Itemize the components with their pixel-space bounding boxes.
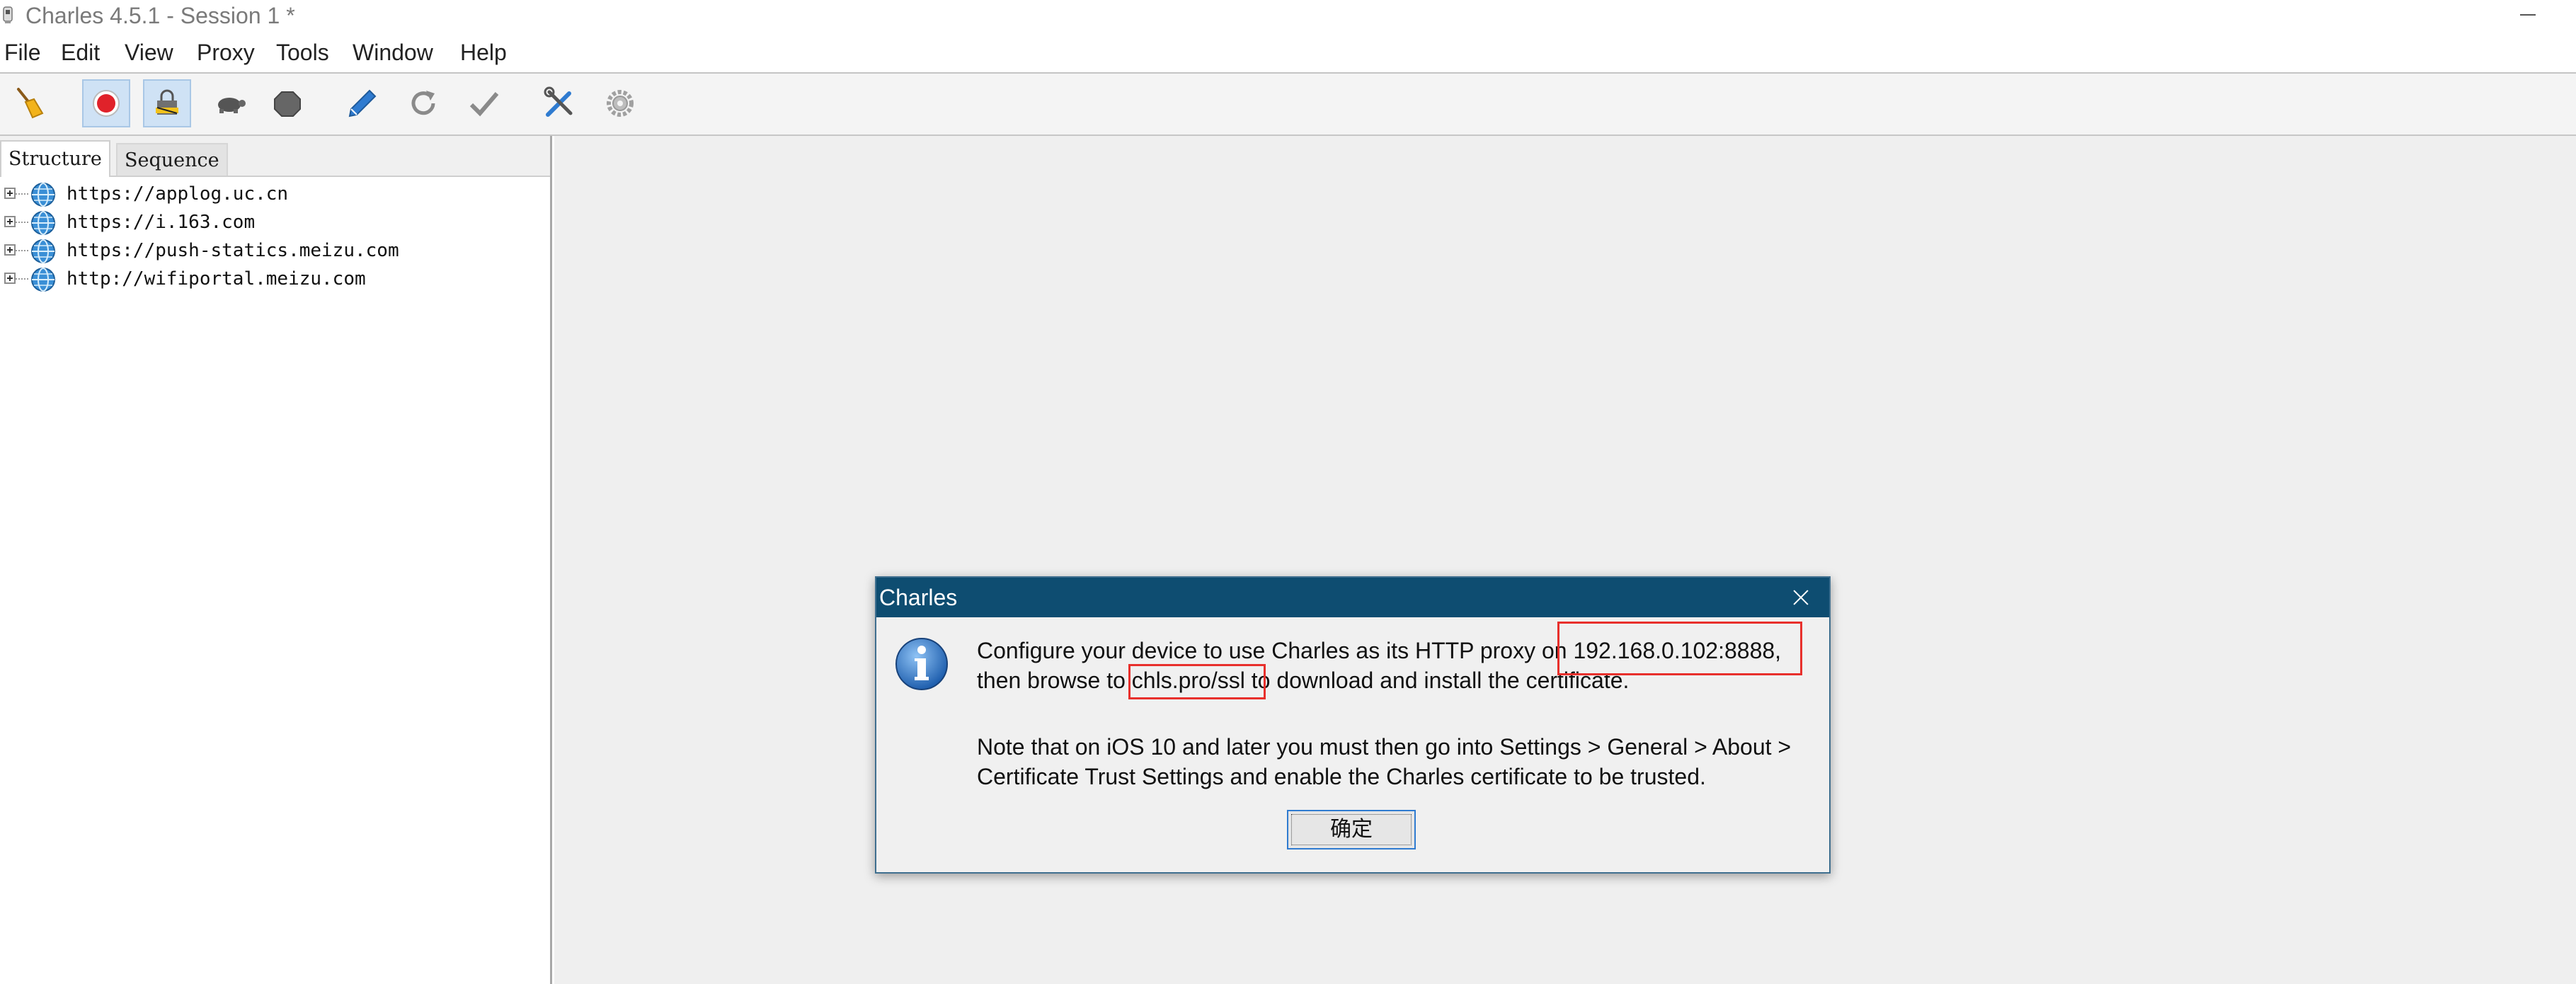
charles-app-icon (3, 6, 13, 23)
expand-plus-icon[interactable] (4, 244, 16, 256)
menu-help[interactable]: Help (460, 33, 507, 72)
settings-button[interactable] (596, 79, 644, 127)
highlight-box-address (1557, 622, 1802, 675)
info-icon (895, 638, 948, 690)
highlight-box-url (1128, 664, 1266, 699)
menu-view[interactable]: View (125, 33, 173, 72)
help-dialog: Charles Configure your device to use Cha… (875, 576, 1831, 874)
host-label: https://i.163.com (67, 212, 256, 233)
repeat-icon (411, 91, 435, 115)
tree-row[interactable]: https://push-statics.meizu.com (0, 236, 550, 265)
tree-connector (16, 250, 28, 253)
host-label: http://wifiportal.meizu.com (67, 268, 366, 290)
menu-proxy[interactable]: Proxy (197, 33, 255, 72)
tab-structure[interactable]: Structure (0, 140, 110, 177)
record-icon (93, 90, 120, 117)
menu-file[interactable]: File (4, 33, 41, 72)
record-button[interactable] (82, 79, 130, 127)
tree-row[interactable]: https://applog.uc.cn (0, 180, 550, 208)
ssl-proxying-button[interactable] (143, 79, 191, 127)
host-label: https://applog.uc.cn (67, 183, 289, 205)
tree-connector (16, 193, 28, 196)
compose-button[interactable] (338, 79, 387, 127)
host-label: https://push-statics.meizu.com (67, 240, 399, 261)
validate-check-icon (469, 92, 499, 117)
structure-panel: Structure Sequence https://applog.uc.cn (0, 136, 552, 984)
dialog-message-line3: Note that on iOS 10 and later you must t… (977, 734, 1792, 760)
focus-ring (1291, 814, 1412, 845)
throttle-turtle-icon (218, 98, 246, 113)
dialog-title: Charles (879, 585, 958, 610)
minimize-button[interactable] (2499, 0, 2555, 31)
dialog-title-bar: Charles (876, 578, 1829, 617)
globe-icon (31, 211, 55, 235)
tree-row[interactable]: https://i.163.com (0, 208, 550, 236)
menu-edit[interactable]: Edit (61, 33, 100, 72)
tree-connector (16, 222, 28, 224)
globe-icon (31, 183, 55, 207)
settings-gear-icon (607, 90, 634, 117)
window-title: Charles 4.5.1 - Session 1 * (25, 3, 295, 28)
clear-session-button[interactable] (6, 79, 54, 127)
menu-bar: File Edit View Proxy Tools Window Help (0, 33, 2576, 72)
globe-icon (31, 268, 55, 292)
toolbar (0, 74, 2576, 136)
validate-button[interactable] (460, 79, 508, 127)
tools-button[interactable] (535, 79, 583, 127)
tab-sequence[interactable]: Sequence (116, 143, 228, 176)
title-bar: Charles 4.5.1 - Session 1 * (0, 0, 2576, 31)
globe-icon (31, 239, 55, 263)
menu-tools[interactable]: Tools (276, 33, 329, 72)
expand-plus-icon[interactable] (4, 216, 16, 227)
view-tabs: Structure Sequence (0, 136, 550, 177)
close-icon[interactable] (1790, 586, 1812, 609)
message-text: Configure your device to use Charles as … (977, 638, 1574, 663)
breakpoints-icon (274, 91, 301, 117)
message-text: then browse to (977, 668, 1132, 693)
tree-connector (16, 278, 28, 281)
throttle-button[interactable] (205, 79, 253, 127)
dialog-message-line4: Certificate Trust Settings and enable th… (977, 764, 1706, 789)
tools-icon (544, 86, 573, 117)
broom-icon (17, 88, 44, 119)
tree-row[interactable]: http://wifiportal.meizu.com (0, 265, 550, 293)
repeat-button[interactable] (399, 79, 447, 127)
ssl-proxying-icon (156, 89, 178, 115)
compose-pen-icon (348, 89, 377, 118)
expand-plus-icon[interactable] (4, 188, 16, 199)
breakpoints-button[interactable] (263, 79, 311, 127)
expand-plus-icon[interactable] (4, 273, 16, 284)
ok-button[interactable]: 确定 (1287, 810, 1416, 849)
menu-window[interactable]: Window (353, 33, 433, 72)
dialog-message-line2: then browse to chls.pro/ssl to download … (977, 665, 1629, 695)
